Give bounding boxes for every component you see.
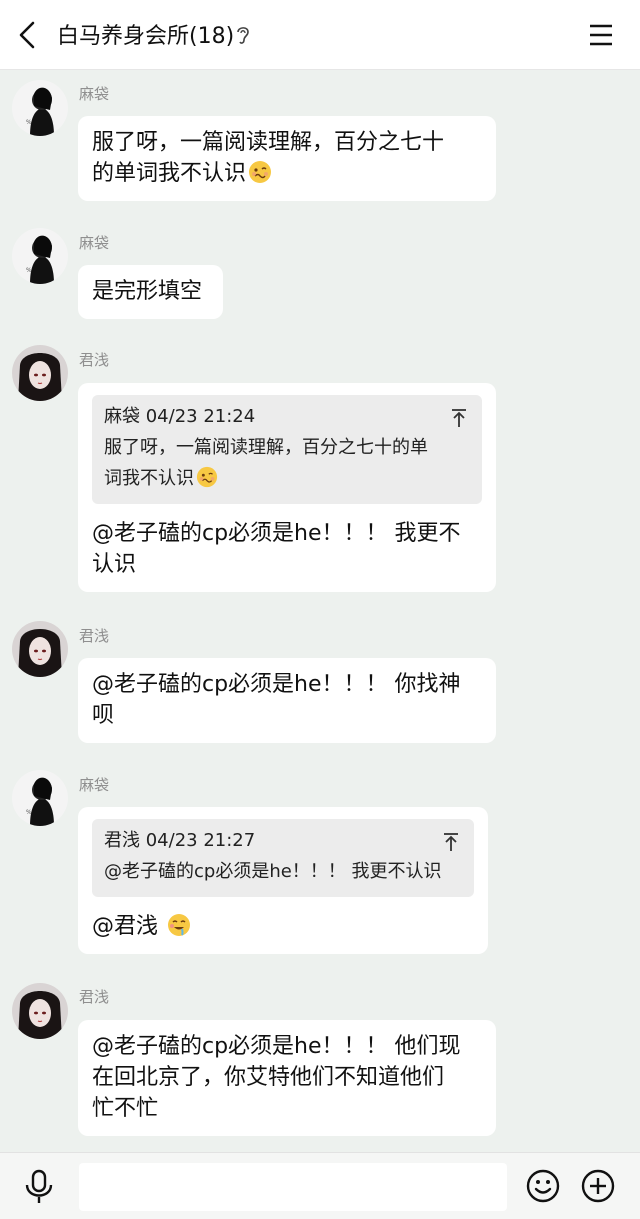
- message-bubble[interactable]: @老子磕的cp必须是he！！！ 他们现 在回北京了，你艾特他们不知道他们 忙不忙: [78, 1020, 496, 1136]
- sender-name: 麻袋: [79, 776, 110, 794]
- quote-text-line: 词我不认识: [104, 463, 470, 494]
- top-arrow-icon[interactable]: [442, 831, 460, 853]
- message-text-line: @老子磕的cp必须是he！！！ 我更不: [92, 521, 461, 546]
- message-text-line: 服了呀，一篇阅读理解，百分之七十: [92, 130, 445, 155]
- chat-header: 白马养身会所(18): [0, 0, 640, 70]
- quote-text-segment: 词我不认识: [104, 468, 194, 489]
- svg-text:%: %: [26, 809, 32, 816]
- avatar[interactable]: [12, 983, 68, 1039]
- quote-text: @老子磕的cp必须是he！！！ 我更不认识: [104, 856, 462, 887]
- message-bubble[interactable]: 服了呀，一篇阅读理解，百分之七十 的单词我不认识: [78, 116, 496, 201]
- message-text-line: 认识: [92, 552, 137, 577]
- avatar[interactable]: [12, 345, 68, 401]
- avatar-image: [12, 345, 68, 401]
- message-bubble[interactable]: 麻袋 04/23 21:24 服了呀，一篇阅读理解，百分之七十的单 词我不认识 …: [78, 383, 496, 592]
- back-arrow-icon[interactable]: [14, 20, 42, 50]
- svg-text:%: %: [26, 267, 32, 274]
- quote-header: 麻袋 04/23 21:24: [104, 406, 256, 427]
- quoted-message[interactable]: 麻袋 04/23 21:24 服了呀，一篇阅读理解，百分之七十的单 词我不认识: [92, 395, 482, 504]
- avatar-image: [12, 983, 68, 1039]
- message-text: @君浅: [92, 914, 165, 939]
- woozy-face-icon: [196, 466, 218, 488]
- top-arrow-icon[interactable]: [450, 407, 468, 429]
- woozy-face-icon: [249, 161, 272, 183]
- ear-icon: [237, 27, 249, 44]
- avatar[interactable]: %: [12, 80, 68, 136]
- smiley-icon[interactable]: [526, 1169, 560, 1203]
- message-text-line: 忙不忙: [92, 1096, 159, 1121]
- avatar[interactable]: [12, 621, 68, 677]
- sender-name: 麻袋: [79, 85, 110, 103]
- svg-text:%: %: [26, 119, 32, 126]
- message-bubble[interactable]: @老子磕的cp必须是he！！！ 你找神 呗: [78, 658, 496, 743]
- quoted-message[interactable]: 君浅 04/23 21:27 @老子磕的cp必须是he！！！ 我更不认识: [92, 819, 474, 897]
- message-input[interactable]: [79, 1163, 507, 1211]
- avatar-image: %: [12, 228, 68, 284]
- avatar-image: [12, 621, 68, 677]
- drooling-face-icon: [168, 914, 190, 936]
- avatar[interactable]: %: [12, 228, 68, 284]
- message-text-line: 的单词我不认识: [92, 158, 482, 189]
- sender-name: 君浅: [79, 351, 110, 369]
- quote-text-line: @老子磕的cp必须是he！！！ 我更不认识: [104, 861, 442, 882]
- avatar[interactable]: %: [12, 770, 68, 826]
- input-bar: [0, 1152, 640, 1219]
- microphone-icon[interactable]: [22, 1169, 56, 1205]
- message-text-line: 在回北京了，你艾特他们不知道他们: [92, 1065, 445, 1090]
- message-text-line: 是完形填空: [92, 279, 203, 304]
- message-text: 的单词我不认识: [92, 161, 247, 186]
- sender-name: 麻袋: [79, 234, 110, 252]
- quote-text-line: 服了呀，一篇阅读理解，百分之七十的单: [104, 437, 428, 458]
- quote-header: 君浅 04/23 21:27: [104, 830, 256, 851]
- message-bubble[interactable]: 是完形填空: [78, 265, 223, 319]
- message-bubble[interactable]: 君浅 04/23 21:27 @老子磕的cp必须是he！！！ 我更不认识 @君浅: [78, 807, 488, 954]
- chat-title: 白马养身会所(18): [57, 24, 235, 49]
- quote-text: 服了呀，一篇阅读理解，百分之七十的单 词我不认识: [104, 432, 470, 494]
- sender-name: 君浅: [79, 988, 110, 1006]
- message-text-line: @老子磕的cp必须是he！！！ 你找神: [92, 672, 461, 697]
- avatar-image: %: [12, 770, 68, 826]
- message-text-line: @君浅: [92, 911, 474, 942]
- message-text-line: 呗: [92, 703, 115, 728]
- plus-circle-icon[interactable]: [581, 1169, 615, 1203]
- message-text-line: @老子磕的cp必须是he！！！ 他们现: [92, 1034, 461, 1059]
- menu-icon[interactable]: [587, 22, 615, 48]
- avatar-image: %: [12, 80, 68, 136]
- sender-name: 君浅: [79, 627, 110, 645]
